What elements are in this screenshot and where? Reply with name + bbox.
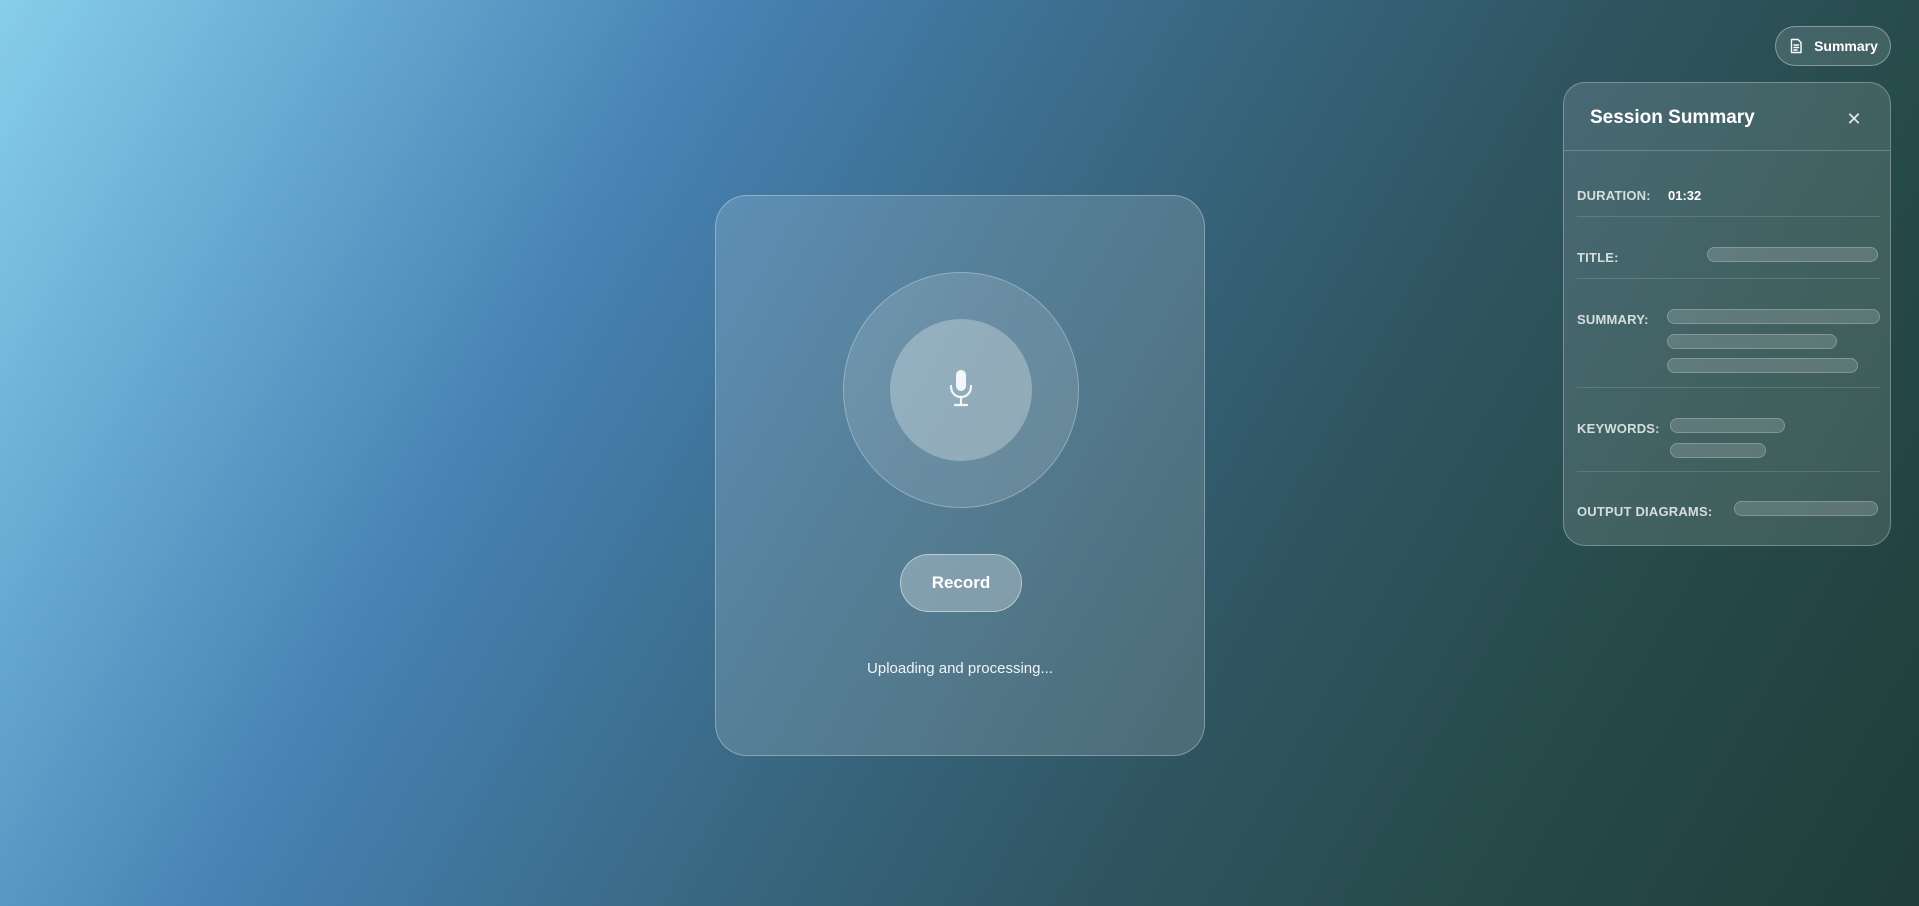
title-label: TITLE: bbox=[1577, 250, 1619, 265]
mic-button[interactable] bbox=[890, 319, 1032, 461]
summary-placeholder-line bbox=[1667, 334, 1837, 349]
duration-label: DURATION: bbox=[1577, 188, 1651, 203]
divider bbox=[1577, 278, 1880, 279]
summary-placeholder-line bbox=[1667, 309, 1880, 324]
divider bbox=[1577, 471, 1880, 472]
panel-title: Session Summary bbox=[1590, 107, 1755, 128]
mic-pulse-ring bbox=[843, 272, 1079, 508]
output-diagrams-label: OUTPUT DIAGRAMS: bbox=[1577, 504, 1713, 519]
recorder-card: Record Uploading and processing... bbox=[715, 195, 1205, 756]
record-button[interactable]: Record bbox=[900, 554, 1022, 612]
document-icon bbox=[1788, 38, 1804, 54]
title-placeholder bbox=[1707, 247, 1878, 262]
output-diagrams-placeholder bbox=[1734, 501, 1878, 516]
summary-toggle-button[interactable]: Summary bbox=[1775, 26, 1891, 66]
duration-value: 01:32 bbox=[1668, 188, 1702, 203]
divider bbox=[1577, 387, 1880, 388]
panel-header: Session Summary ✕ bbox=[1564, 83, 1890, 151]
summary-label: SUMMARY: bbox=[1577, 312, 1649, 327]
keyword-placeholder bbox=[1670, 443, 1766, 458]
status-text: Uploading and processing... bbox=[867, 660, 1053, 677]
microphone-icon bbox=[945, 368, 977, 413]
session-summary-panel: Session Summary ✕ DURATION: 01:32 TITLE:… bbox=[1563, 82, 1891, 546]
divider bbox=[1577, 216, 1880, 217]
summary-button-label: Summary bbox=[1814, 38, 1878, 54]
keywords-label: KEYWORDS: bbox=[1577, 421, 1660, 436]
summary-placeholder-line bbox=[1667, 358, 1858, 373]
close-icon[interactable]: ✕ bbox=[1842, 107, 1866, 131]
keyword-placeholder bbox=[1670, 418, 1785, 433]
